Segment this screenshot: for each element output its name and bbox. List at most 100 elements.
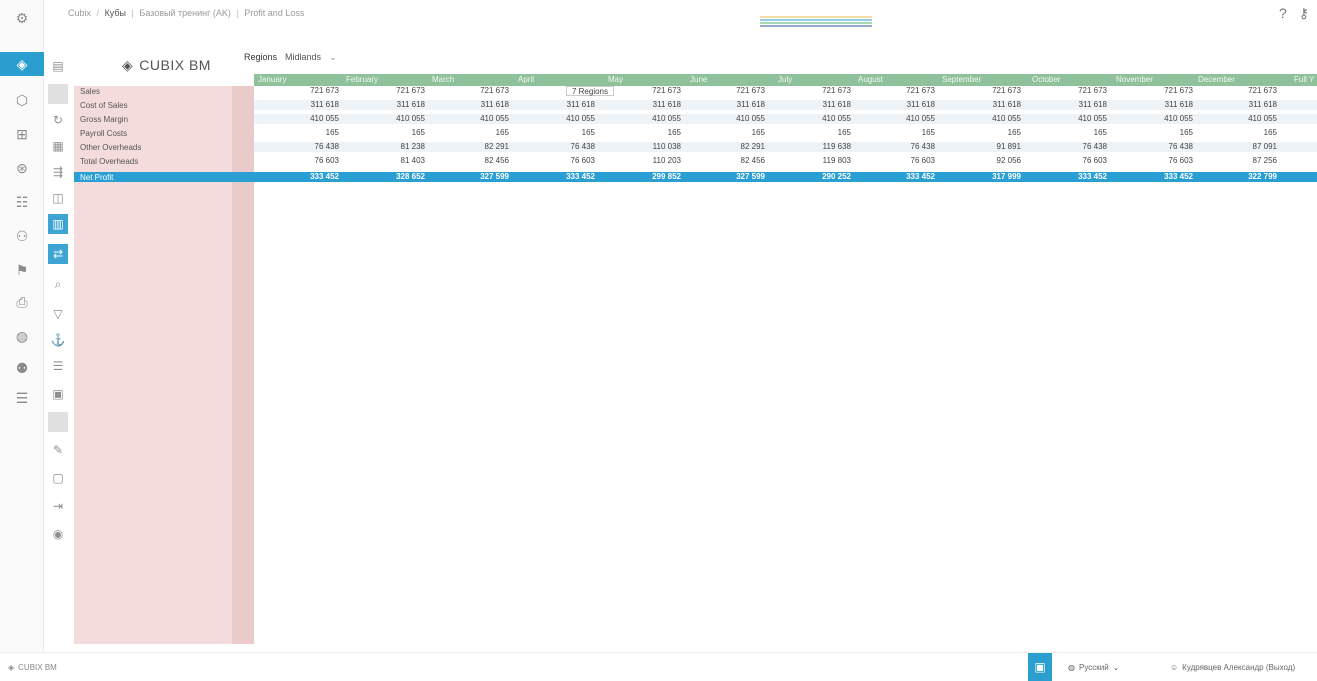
hierarchy-icon[interactable]: ⚓ (48, 330, 68, 350)
table-cell[interactable]: 721 673 (1078, 86, 1107, 95)
table-cell[interactable]: 410 055 (396, 114, 425, 123)
table-cell[interactable]: 76 603 (911, 156, 935, 165)
table-cell[interactable]: 82 456 (741, 156, 765, 165)
table-cell[interactable]: 299 852 (652, 172, 681, 181)
table-cell[interactable]: 311 618 (311, 100, 339, 109)
table-cell[interactable]: 410 055 (1164, 114, 1193, 123)
month-header-cell[interactable]: May (608, 75, 623, 84)
printer-icon[interactable]: ⎙ (10, 290, 34, 314)
table-cell[interactable]: 410 055 (1078, 114, 1107, 123)
cube-icon[interactable]: ◈ (0, 52, 44, 76)
table-cell[interactable]: 333 452 (1164, 172, 1193, 181)
month-header-cell[interactable]: March (432, 75, 454, 84)
table-cell[interactable]: 81 403 (401, 156, 425, 165)
table-cell[interactable]: 165 (496, 128, 509, 137)
table-cell[interactable]: 82 291 (485, 142, 509, 151)
row-label[interactable]: Net Profit (80, 173, 113, 183)
month-header-cell[interactable]: February (346, 75, 378, 84)
chevron-down-icon[interactable]: ⌄ (329, 52, 337, 63)
table-cell[interactable]: 311 618 (567, 100, 595, 109)
breadcrumb-item[interactable]: Cubix (68, 8, 91, 18)
table-cell[interactable]: 76 603 (1169, 156, 1193, 165)
month-header-cell[interactable]: April (518, 75, 534, 84)
table-cell[interactable]: 165 (412, 128, 425, 137)
table-cell[interactable]: 165 (1264, 128, 1277, 137)
calendar-icon[interactable]: ▣ (1028, 653, 1052, 681)
table-cell[interactable]: 721 673 (652, 86, 681, 95)
breadcrumb-item[interactable]: Кубы (105, 8, 126, 18)
table-cell[interactable]: 76 438 (315, 142, 339, 151)
row-label[interactable]: Total Overheads (80, 157, 138, 167)
grid-icon[interactable]: ▦ (48, 136, 68, 156)
table-cell[interactable]: 92 056 (997, 156, 1021, 165)
table-cell[interactable]: 76 603 (571, 156, 595, 165)
chart-icon[interactable]: ◫ (48, 188, 68, 208)
table-cell[interactable]: 721 673 (480, 86, 509, 95)
table-cell[interactable]: 327 599 (480, 172, 509, 181)
bookmark-icon[interactable]: ✎ (48, 440, 68, 460)
row-label[interactable]: Sales (80, 87, 100, 97)
table-cell[interactable]: 82 456 (485, 156, 509, 165)
table-cell[interactable]: 410 055 (310, 114, 339, 123)
month-header-cell[interactable]: July (778, 75, 792, 84)
table-cell[interactable]: 76 438 (911, 142, 935, 151)
table-row[interactable]: 76 438 81 238 82 291 76 438 110 038 82 2… (254, 142, 1317, 152)
table-row[interactable]: 311 618 311 618 311 618 311 618 311 618 … (254, 100, 1317, 110)
table-cell[interactable]: 721 673 (396, 86, 425, 95)
table-cell[interactable]: 165 (752, 128, 765, 137)
refresh-icon[interactable]: ↻ (48, 110, 68, 130)
breadcrumb-item[interactable]: Базовый тренинг (AK) (139, 8, 231, 18)
table-cell[interactable]: 81 238 (401, 142, 425, 151)
group-icon[interactable]: ⚉ (10, 356, 34, 380)
month-header-cell[interactable]: September (942, 75, 981, 84)
table-cell[interactable]: 311 618 (823, 100, 851, 109)
help-icon[interactable]: ? (1279, 5, 1287, 22)
table-cell[interactable]: 91 891 (997, 142, 1021, 151)
language-selector[interactable]: ◍ Русский ⌄ (1068, 663, 1119, 672)
users-icon[interactable]: ⚇ (10, 224, 34, 248)
table-cell[interactable]: 721 673 (310, 86, 339, 95)
table-cell[interactable]: 721 673 (822, 86, 851, 95)
sliders-icon[interactable]: ☰ (10, 386, 34, 410)
empty-icon[interactable] (48, 84, 68, 104)
swap-icon[interactable]: ⇄ (48, 244, 68, 264)
tools-icon[interactable]: ⚙ (10, 6, 34, 30)
table-cell[interactable]: 311 618 (481, 100, 509, 109)
table-row[interactable]: 721 673 721 673 721 673 721 673 721 673 … (254, 86, 1317, 96)
table-cell[interactable]: 311 618 (1079, 100, 1107, 109)
chevron-down-icon[interactable]: ⌄ (1113, 663, 1120, 672)
share-icon[interactable]: ⇶ (48, 162, 68, 182)
table-cell[interactable]: 410 055 (736, 114, 765, 123)
table-cell[interactable]: 76 603 (315, 156, 339, 165)
table-cell[interactable]: 110 203 (653, 156, 681, 165)
breadcrumb-item[interactable]: Profit and Loss (244, 8, 304, 18)
pivot-icon[interactable]: ▤ (48, 56, 68, 76)
table-cell[interactable]: 410 055 (906, 114, 935, 123)
table-icon[interactable]: ☷ (10, 190, 34, 214)
row-label[interactable]: Gross Margin (80, 115, 128, 125)
table-cell[interactable]: 410 055 (822, 114, 851, 123)
table-row[interactable]: 165 165 165 165 165 165 165 165 165 165 … (254, 128, 1317, 138)
table-cell[interactable]: 721 673 (906, 86, 935, 95)
table-cell[interactable]: 410 055 (566, 114, 595, 123)
table-cell[interactable]: 76 603 (1083, 156, 1107, 165)
row-label[interactable]: Cost of Sales (80, 101, 128, 111)
table-cell[interactable]: 165 (582, 128, 595, 137)
table-cell[interactable]: 410 055 (992, 114, 1021, 123)
table-cell[interactable]: 76 438 (571, 142, 595, 151)
table-cell[interactable]: 165 (326, 128, 339, 137)
month-header-cell[interactable]: Full Y (1294, 75, 1314, 84)
search-icon[interactable]: ⌕ (48, 274, 68, 294)
table-cell[interactable]: 410 055 (480, 114, 509, 123)
table-cell[interactable]: 410 055 (652, 114, 681, 123)
table-cell[interactable]: 82 291 (741, 142, 765, 151)
table-cell[interactable]: 311 618 (993, 100, 1021, 109)
table-cell[interactable]: 165 (838, 128, 851, 137)
month-header-cell[interactable]: June (690, 75, 707, 84)
table-cell[interactable]: 87 091 (1253, 142, 1277, 151)
comment-icon[interactable]: ◉ (48, 524, 68, 544)
table-cell[interactable]: 333 452 (310, 172, 339, 181)
table-cell[interactable]: 721 673 (1248, 86, 1277, 95)
month-header-cell[interactable]: August (858, 75, 883, 84)
table-cell[interactable]: 327 599 (736, 172, 765, 181)
